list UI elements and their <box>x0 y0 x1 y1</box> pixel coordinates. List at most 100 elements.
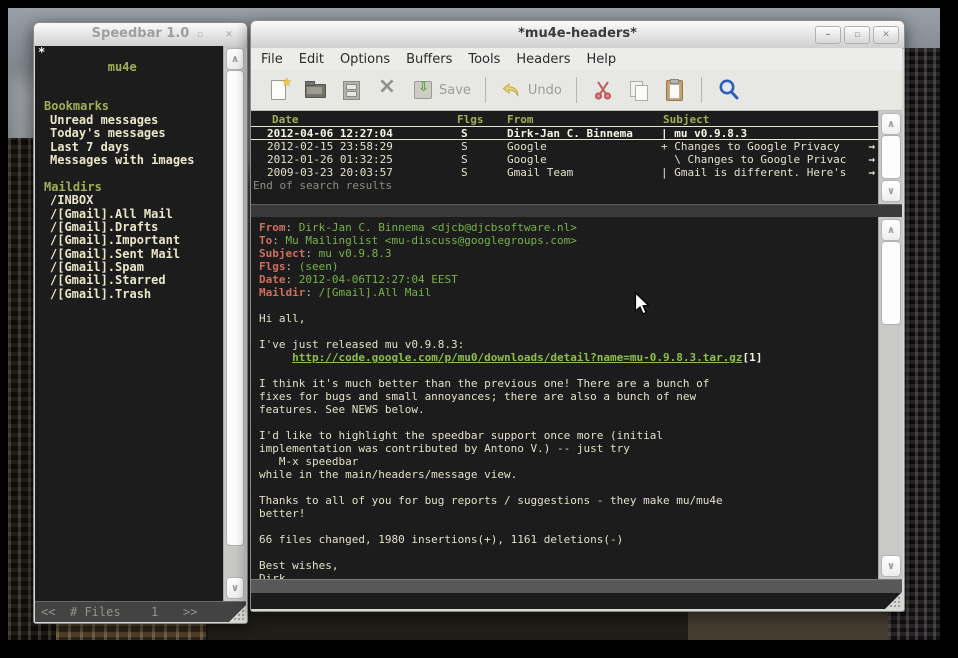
magnifier-icon <box>716 77 742 103</box>
column-subject[interactable]: Subject <box>663 113 709 126</box>
menu-bar: File Edit Options Buffers Tools Headers Help <box>251 48 902 70</box>
speedbar-prev-button[interactable]: << <box>41 605 55 619</box>
body-line <box>259 364 878 377</box>
scroll-up-button[interactable]: ∧ <box>226 48 244 70</box>
speedbar-bookmark-item[interactable]: Last 7 days <box>35 141 223 154</box>
speedbar-next-button[interactable]: >> <box>183 605 197 619</box>
scroll-down-button[interactable]: ∨ <box>881 555 901 577</box>
speedbar-scrollbar[interactable]: ∧ ∨ <box>223 46 246 601</box>
scrollbar-thumb[interactable] <box>881 135 901 179</box>
scroll-up-button[interactable]: ∧ <box>881 113 901 135</box>
menu-item[interactable]: Buffers <box>406 52 452 67</box>
headers-scrollbar[interactable]: ∧ ∨ <box>878 111 903 204</box>
speedbar-statusbar: << # Files 1 >> <box>35 601 246 622</box>
mu4e-window: *mu4e-headers* – ▫ ✕ File Edit Options Buff… <box>250 20 905 612</box>
close-button[interactable]: ✕ <box>216 26 242 44</box>
menu-item[interactable]: Options <box>340 52 390 67</box>
message-header-field: From: Dirk-Jan C. Binnema <djcb@djcbsoft… <box>259 221 878 234</box>
minimize-button[interactable]: – <box>815 26 841 44</box>
menu-item[interactable]: Help <box>587 52 617 67</box>
body-line <box>259 520 878 533</box>
message-header-fields: From: Dirk-Jan C. Binnema <djcb@djcbsoft… <box>259 221 878 299</box>
resize-grip[interactable] <box>229 605 246 622</box>
column-flags[interactable]: Flgs <box>457 113 484 126</box>
dired-button[interactable] <box>339 78 363 102</box>
header-row[interactable]: 2009-03-23 20:03:57 S Gmail Team | Gmail… <box>251 166 878 179</box>
header-row[interactable]: 2012-02-15 23:58:29 S Google + Changes t… <box>251 140 878 153</box>
column-date[interactable]: Date <box>272 113 299 126</box>
scrollbar-thumb[interactable] <box>226 70 244 546</box>
speedbar-maildir-item[interactable]: /[Gmail].Drafts <box>35 221 223 234</box>
speedbar-bookmark-item[interactable]: Today's messages <box>35 127 223 140</box>
new-file-button[interactable]: ★ <box>267 78 291 102</box>
menu-item[interactable]: Tools <box>468 52 500 67</box>
body-line <box>259 481 878 494</box>
chevron-up-icon: ∧ <box>887 225 895 236</box>
speedbar-bookmark-item[interactable]: Unread messages <box>35 114 223 127</box>
column-from[interactable]: From <box>507 113 534 126</box>
bookmark-list: Unread messagesToday's messagesLast 7 da… <box>35 114 223 168</box>
maximize-button[interactable]: ▫ <box>187 26 213 44</box>
scroll-up-button[interactable]: ∧ <box>881 219 901 241</box>
speedbar-bookmark-item[interactable]: Messages with images <box>35 154 223 167</box>
save-button[interactable]: Save <box>411 78 471 102</box>
toolbar: ★ × Save Undo <box>251 70 902 111</box>
maximize-button[interactable]: ▫ <box>844 26 870 44</box>
speedbar-section-bookmarks: Bookmarks <box>35 100 223 113</box>
speedbar-maildir-item[interactable]: /[Gmail].Important <box>35 234 223 247</box>
speedbar-titlebar[interactable]: Speedbar 1.0 – ▫ ✕ <box>34 23 247 47</box>
speedbar-maildir-item[interactable]: /[Gmail].Starred <box>35 274 223 287</box>
message-header-field: Subject: mu v0.9.8.3 <box>259 247 878 260</box>
speedbar-maildir-item[interactable]: /[Gmail].Trash <box>35 288 223 301</box>
speedbar-maildir-item[interactable]: /INBOX <box>35 194 223 207</box>
chevron-down-icon: ∨ <box>887 186 895 197</box>
body-line: I'd like to highlight the speedbar suppo… <box>259 429 878 442</box>
chevron-down-icon: ∨ <box>887 561 895 572</box>
copy-button[interactable] <box>627 78 651 102</box>
undo-button[interactable]: Undo <box>500 78 562 102</box>
menu-item[interactable]: Edit <box>299 52 324 67</box>
download-link[interactable]: http://code.google.com/p/mu0/downloads/d… <box>292 351 742 364</box>
minimize-button[interactable]: – <box>158 26 184 44</box>
speedbar-maildir-item[interactable]: /[Gmail].All Mail <box>35 208 223 221</box>
echo-area[interactable] <box>251 593 902 609</box>
open-file-button[interactable] <box>303 78 327 102</box>
paste-button[interactable] <box>663 78 687 102</box>
body-line <box>259 546 878 559</box>
copy-icon-back <box>635 85 648 101</box>
search-button[interactable] <box>716 77 742 103</box>
body-link-line: http://code.google.com/p/mu0/downloads/d… <box>259 351 878 364</box>
cut-button[interactable] <box>591 78 615 102</box>
message-header-field: Flgs: (seen) <box>259 260 878 273</box>
scrollbar-thumb[interactable] <box>881 241 901 325</box>
speedbar-mode-label[interactable]: # Files <box>70 605 121 619</box>
body-line: Thanks to all of you for bug reports / s… <box>259 494 878 507</box>
scroll-down-button[interactable]: ∨ <box>226 577 244 599</box>
menu-item[interactable]: File <box>261 52 283 67</box>
close-button[interactable]: ✕ <box>873 26 899 44</box>
toolbar-separator <box>576 77 577 103</box>
menu-item[interactable]: Headers <box>516 52 570 67</box>
maildir-list: /INBOX/[Gmail].All Mail/[Gmail].Drafts/[… <box>35 194 223 301</box>
body-line: Dirk. <box>259 572 878 579</box>
body-line: fixes for bugs and small annoyances; the… <box>259 390 878 403</box>
resize-grip[interactable] <box>885 592 902 609</box>
view-modeline: U:%*- *mu4e-view* Top L1 (mu4e:view) <box>251 579 902 594</box>
body-line: Hi all, <box>259 312 878 325</box>
header-row[interactable]: 2012-04-06 12:27:04 S Dirk-Jan C. Binnem… <box>251 126 878 140</box>
speedbar-count: 1 <box>151 605 158 619</box>
mu4e-title: *mu4e-headers* <box>251 26 904 41</box>
speedbar-maildir-item[interactable]: /[Gmail].Spam <box>35 261 223 274</box>
mu4e-titlebar[interactable]: *mu4e-headers* – ▫ ✕ <box>251 21 904 49</box>
toolbar-separator <box>701 77 702 103</box>
view-scrollbar[interactable]: ∧ ∨ <box>878 217 903 579</box>
header-row[interactable]: 2012-01-26 01:32:25 S Google \ Changes t… <box>251 153 878 166</box>
toolbar-separator <box>485 77 486 103</box>
speedbar-maildir-item[interactable]: /[Gmail].Sent Mail <box>35 248 223 261</box>
truncation-arrow-icon: → <box>868 153 875 166</box>
close-buffer-button[interactable]: × <box>375 78 399 102</box>
speedbar-root[interactable]: *mu4e <box>35 48 223 87</box>
close-x-icon: × <box>375 74 399 99</box>
scroll-down-button[interactable]: ∨ <box>881 180 901 202</box>
undo-arrow-icon <box>500 78 524 102</box>
